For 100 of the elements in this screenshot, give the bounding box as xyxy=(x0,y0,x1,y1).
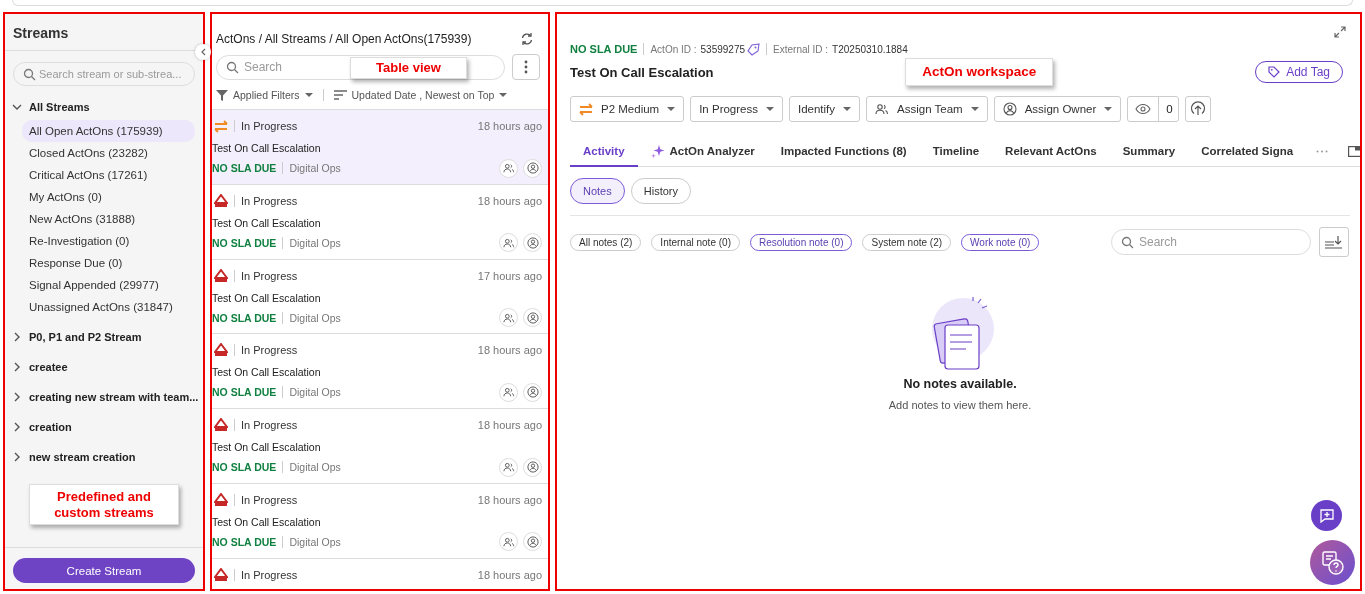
tab[interactable]: Relevant ActOns xyxy=(992,136,1110,167)
subtab[interactable]: Notes xyxy=(570,178,625,204)
stream-item[interactable]: New ActOns (31888) xyxy=(22,208,195,230)
search-icon xyxy=(23,68,36,81)
dropdown[interactable]: P2 Medium xyxy=(570,96,685,122)
stream-item[interactable]: Response Due (0) xyxy=(22,252,195,274)
sort-down-icon xyxy=(1325,235,1343,249)
status-text: In Progress xyxy=(241,120,298,132)
annotation-callout: ActOn workspace xyxy=(905,57,1054,87)
stream-group[interactable]: createe xyxy=(12,352,195,382)
breadcrumb: ActOns / All Streams / All Open ActOns(175939) xyxy=(216,32,472,46)
tab[interactable]: Timeline xyxy=(919,136,993,167)
status-text: In Progress xyxy=(241,194,298,207)
note-filter-chip[interactable]: System note (2) xyxy=(862,233,952,251)
acton-row[interactable]: In Progress 18 hours ago Test On Call Escalation NO SLA DUE Digital Ops xyxy=(212,409,548,484)
swap-arrows-icon xyxy=(579,102,593,116)
assign-owner-button[interactable] xyxy=(523,457,542,477)
expand-button[interactable] xyxy=(1334,26,1346,38)
stream-item[interactable]: Unassigned ActOns (31847) xyxy=(22,296,195,318)
acton-title: Test On Call Escalation xyxy=(212,516,322,528)
note-filter-chip[interactable]: All notes (2) xyxy=(570,233,642,251)
stream-item[interactable]: All Open ActOns (175939) xyxy=(22,120,195,142)
acton-row[interactable]: In Progress 18 hours ago Test On Call Escalation NO SLA DUE Digital Ops xyxy=(212,110,548,185)
search-icon xyxy=(1121,236,1134,249)
team-name: Digital Ops xyxy=(289,536,341,548)
create-stream-button[interactable]: Create Stream xyxy=(13,558,195,583)
stream-group[interactable]: creation xyxy=(12,412,195,442)
sla-status: NO SLA DUE xyxy=(212,386,277,399)
sort-dropdown[interactable]: Updated Date , Newest on Top xyxy=(333,89,508,101)
acton-title: Test On Call Escalation xyxy=(212,366,322,379)
acton-title: Test On Call Escalation xyxy=(212,216,322,229)
note-filter-chip[interactable]: Internal note (0) xyxy=(651,233,740,251)
sla-status: NO SLA DUE xyxy=(570,43,638,55)
escalate-button[interactable] xyxy=(1184,96,1211,122)
dropdown[interactable]: Assign Owner xyxy=(993,96,1122,122)
dropdown[interactable]: In Progress xyxy=(690,96,783,122)
caret-icon xyxy=(843,107,852,111)
chevron-right-icon xyxy=(12,422,22,432)
eye-icon xyxy=(1135,104,1152,114)
panel-icon xyxy=(1348,146,1360,157)
assign-team-button[interactable] xyxy=(499,158,518,178)
help-button[interactable] xyxy=(1310,540,1355,585)
add-note-button[interactable] xyxy=(1311,500,1342,531)
tab[interactable]: Correlated Signa xyxy=(1188,136,1307,167)
swap-arrows-icon xyxy=(214,119,228,133)
assign-team-button[interactable] xyxy=(499,382,518,402)
stream-group[interactable]: P0, P1 and P2 Stream xyxy=(12,322,195,352)
watchers-button[interactable]: 0 xyxy=(1127,96,1179,122)
assign-owner-button[interactable] xyxy=(523,308,542,328)
assign-team-button[interactable] xyxy=(499,233,518,253)
tab[interactable]: Activity xyxy=(570,136,638,167)
applied-filters-dropdown[interactable]: Applied Filters xyxy=(216,89,313,101)
acton-row[interactable]: In Progress 18 hours ago xyxy=(212,558,548,589)
stream-group[interactable]: new stream creation xyxy=(12,442,195,472)
user-circle-icon xyxy=(526,162,539,174)
stream-item[interactable]: Signal Appended (29977) xyxy=(22,274,195,296)
assign-owner-button[interactable] xyxy=(523,382,542,402)
acton-row[interactable]: In Progress 18 hours ago Test On Call Escalation NO SLA DUE Digital Ops xyxy=(212,334,548,410)
stream-item[interactable]: Critical ActOns (17261) xyxy=(22,164,195,186)
stream-item[interactable]: Re-Investigation (0) xyxy=(22,230,195,252)
collapse-button[interactable] xyxy=(195,44,211,60)
stream-item[interactable]: Closed ActOns (23282) xyxy=(22,142,195,164)
copy-button[interactable] xyxy=(747,42,761,56)
caret-icon xyxy=(499,93,508,97)
tab[interactable]: Impacted Functions (8) xyxy=(767,136,920,167)
acton-title: Test On Call Escalation xyxy=(212,142,322,154)
people-icon xyxy=(502,387,515,398)
people-icon xyxy=(875,103,890,115)
assign-owner-button[interactable] xyxy=(523,532,542,552)
warning-triangle-icon xyxy=(214,418,228,433)
subtab[interactable]: History xyxy=(630,178,691,204)
expand-icon xyxy=(1334,26,1346,38)
chevron-right-icon xyxy=(12,392,22,402)
acton-row[interactable]: In Progress 17 hours ago Test On Call Escalation NO SLA DUE Digital Ops xyxy=(212,259,548,335)
assign-team-button[interactable] xyxy=(499,457,518,477)
tag-icon xyxy=(1268,66,1281,78)
stream-group[interactable]: All Streams xyxy=(12,98,195,116)
tab[interactable]: Summary xyxy=(1109,136,1189,167)
note-filter-chip[interactable]: Work note (0) xyxy=(961,233,1040,251)
sort-button[interactable] xyxy=(1319,227,1349,257)
stream-item[interactable]: My ActOns (0) xyxy=(22,186,195,208)
tab[interactable]: ActOn Analyzer xyxy=(637,136,768,167)
assign-team-button[interactable] xyxy=(499,532,518,552)
dropdown[interactable]: Assign Team xyxy=(866,96,988,122)
assign-team-button[interactable] xyxy=(499,308,518,328)
acton-row[interactable]: In Progress 18 hours ago Test On Call Escalation NO SLA DUE Digital Ops xyxy=(212,184,548,260)
note-filter-chip[interactable]: Resolution note (0) xyxy=(749,233,853,251)
search-icon xyxy=(226,61,239,74)
search-field[interactable]: Search xyxy=(1111,229,1311,255)
chevron-right-icon xyxy=(12,452,22,462)
search-field[interactable]: Search stream or sub-strea... xyxy=(13,62,195,86)
acton-row[interactable]: In Progress 18 hours ago Test On Call Escalation NO SLA DUE Digital Ops xyxy=(212,484,548,559)
assign-owner-button[interactable] xyxy=(523,233,542,253)
sla-status: NO SLA DUE xyxy=(212,236,277,249)
timestamp: 17 hours ago xyxy=(477,269,542,282)
assign-owner-button[interactable] xyxy=(523,158,542,178)
chevron-left-icon xyxy=(200,48,206,56)
filter-icon xyxy=(216,89,228,101)
dropdown[interactable]: Identify xyxy=(789,96,861,122)
user-circle-icon xyxy=(526,461,539,474)
